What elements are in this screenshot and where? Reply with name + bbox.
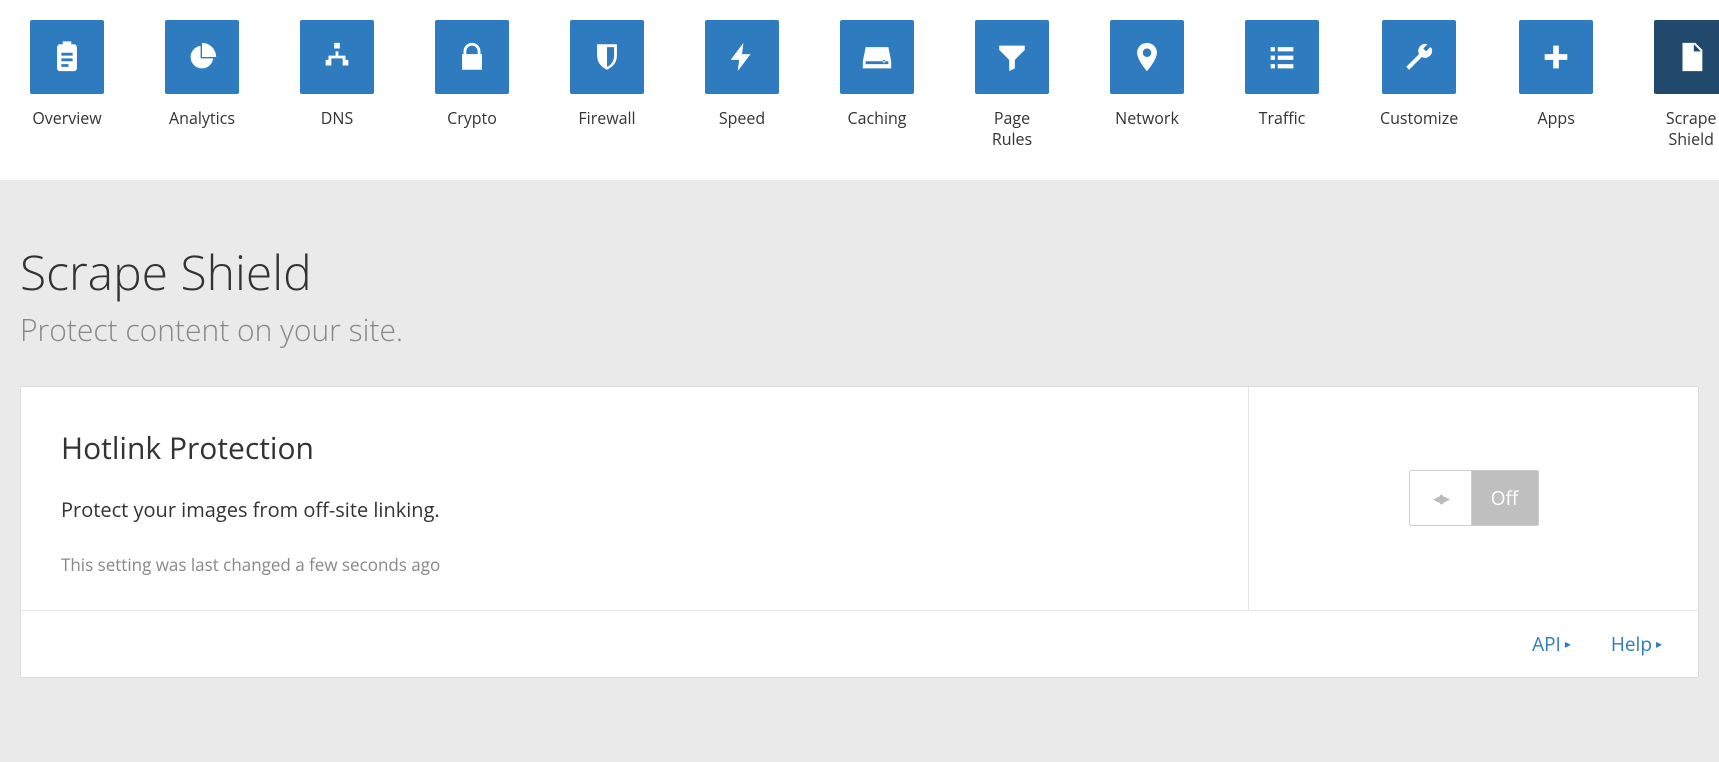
nav-tile — [1654, 20, 1719, 94]
api-link[interactable]: API ▸ — [1532, 631, 1571, 657]
nav-label: Network — [1115, 108, 1179, 129]
nav-tile — [1245, 20, 1319, 94]
nav-item-speed[interactable]: Speed — [705, 20, 779, 150]
bolt-icon — [725, 40, 759, 74]
setting-meta: This setting was last changed a few seco… — [61, 553, 1208, 576]
nav-tile — [705, 20, 779, 94]
clipboard-icon — [50, 40, 84, 74]
nav-item-traffic[interactable]: Traffic — [1245, 20, 1319, 150]
sitemap-icon — [320, 40, 354, 74]
drive-icon — [860, 40, 894, 74]
api-link-label: API — [1532, 631, 1561, 657]
nav-item-overview[interactable]: Overview — [30, 20, 104, 150]
shield-icon — [590, 40, 624, 74]
funnel-icon — [995, 40, 1029, 74]
nav-label: Customize — [1380, 108, 1458, 129]
nav-label: Speed — [719, 108, 765, 129]
nav-item-page-rules[interactable]: Page Rules — [975, 20, 1049, 150]
setting-card-hotlink: Hotlink Protection Protect your images f… — [20, 386, 1699, 678]
caret-right-icon: ▸ — [1656, 635, 1662, 652]
nav-tile — [975, 20, 1049, 94]
list-icon — [1265, 40, 1299, 74]
nav-tile — [1382, 20, 1456, 94]
wrench-icon — [1402, 40, 1436, 74]
card-left: Hotlink Protection Protect your images f… — [21, 387, 1248, 610]
page-title: Scrape Shield — [20, 240, 1699, 305]
nav-tile — [300, 20, 374, 94]
caret-right-icon: ▸ — [1565, 635, 1571, 652]
nav-item-apps[interactable]: Apps — [1519, 20, 1593, 150]
nav-item-dns[interactable]: DNS — [300, 20, 374, 150]
nav-label: DNS — [321, 108, 353, 129]
plus-icon — [1539, 40, 1573, 74]
nav-tile — [30, 20, 104, 94]
nav-tile — [840, 20, 914, 94]
nav-tile — [165, 20, 239, 94]
page-subtitle: Protect content on your site. — [20, 309, 1699, 350]
nav-item-customize[interactable]: Customize — [1380, 20, 1458, 150]
nav-label: Firewall — [578, 108, 635, 129]
nav-tile — [570, 20, 644, 94]
nav-label: Traffic — [1259, 108, 1306, 129]
main-content: Scrape Shield Protect content on your si… — [0, 180, 1719, 762]
nav-item-firewall[interactable]: Firewall — [570, 20, 644, 150]
setting-description: Protect your images from off-site linkin… — [61, 496, 1208, 523]
document-icon — [1674, 40, 1708, 74]
nav-item-network[interactable]: Network — [1110, 20, 1184, 150]
top-nav: Overview Analytics DNS Crypto Firewall S… — [0, 0, 1719, 180]
nav-label: Overview — [32, 108, 101, 129]
pin-icon — [1130, 40, 1164, 74]
toggle-handle-icon: ◀▶ — [1410, 471, 1472, 525]
nav-tile — [1519, 20, 1593, 94]
nav-label: Analytics — [169, 108, 235, 129]
card-right: ◀▶ Off — [1248, 387, 1698, 610]
hotlink-toggle[interactable]: ◀▶ Off — [1409, 470, 1539, 526]
nav-label: Crypto — [447, 108, 497, 129]
lock-icon — [455, 40, 489, 74]
pie-icon — [185, 40, 219, 74]
setting-title: Hotlink Protection — [61, 427, 1208, 468]
nav-label: Scrape Shield — [1666, 108, 1717, 150]
help-link-label: Help — [1611, 631, 1652, 657]
nav-label: Caching — [848, 108, 907, 129]
nav-tile — [435, 20, 509, 94]
card-footer: API ▸ Help ▸ — [21, 610, 1698, 677]
nav-label: Apps — [1538, 108, 1575, 129]
toggle-state-label: Off — [1472, 471, 1538, 525]
help-link[interactable]: Help ▸ — [1611, 631, 1662, 657]
nav-label: Page Rules — [975, 108, 1049, 150]
nav-item-crypto[interactable]: Crypto — [435, 20, 509, 150]
nav-item-caching[interactable]: Caching — [840, 20, 914, 150]
nav-item-analytics[interactable]: Analytics — [165, 20, 239, 150]
nav-tile — [1110, 20, 1184, 94]
card-body: Hotlink Protection Protect your images f… — [21, 387, 1698, 610]
nav-item-scrape-shield[interactable]: Scrape Shield — [1654, 20, 1719, 150]
